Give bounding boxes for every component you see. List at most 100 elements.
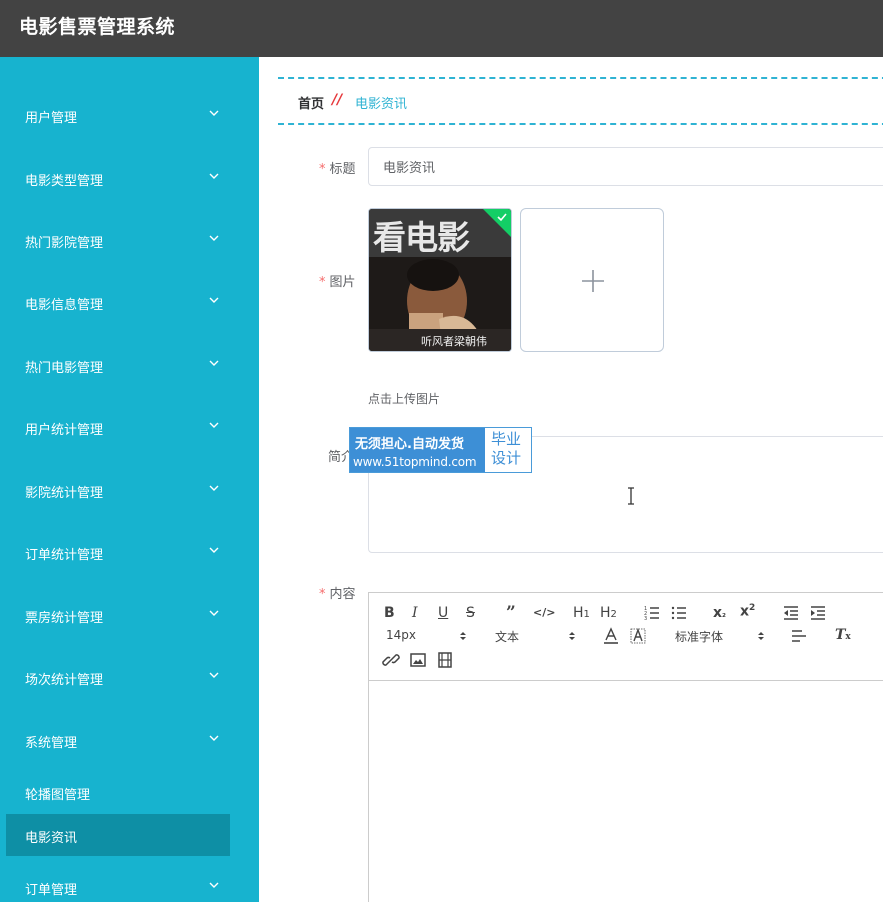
sidebar-item-system[interactable]: 系统管理 [0, 720, 259, 760]
subscript-icon[interactable]: x₂ [713, 605, 726, 621]
sidebar: 用户管理 电影类型管理 热门影院管理 电影信息管理 热门电影管理 用户统计管理 … [0, 57, 259, 902]
sidebar-item-label: 电影类型管理 [25, 174, 104, 189]
link-icon[interactable] [382, 651, 400, 669]
watermark-left-panel: 无须担心.自动发货 www.51topmind.com [350, 428, 485, 472]
sidebar-item-label: 用户管理 [25, 111, 78, 126]
sidebar-item-cinema-stats[interactable]: 影院统计管理 [0, 470, 259, 510]
heading-1-icon[interactable]: H1 [573, 605, 590, 621]
chevron-down-icon [207, 543, 221, 557]
sidebar-item-label: 热门电影管理 [25, 361, 104, 376]
image-label: * 图片 [319, 271, 356, 290]
chevron-down-icon [207, 418, 221, 432]
chevron-down-icon [207, 231, 221, 245]
select-caret-icon [569, 632, 575, 640]
rich-text-editor: B I U S ” </> H1 H2 123 x₂ x2 14px 文本 标准… [368, 592, 883, 902]
select-caret-icon [758, 632, 764, 640]
block-type-value: 文本 [495, 630, 520, 644]
image-label-text: 图片 [329, 275, 356, 290]
poster-caption: 听风者梁朝伟 [421, 335, 487, 348]
sidebar-item-session-stats[interactable]: 场次统计管理 [0, 657, 259, 697]
sidebar-item-label: 电影资讯 [25, 831, 78, 846]
watermark-right-line1: 毕业 [491, 430, 522, 448]
watermark-badge: 无须担心.自动发货 www.51topmind.com 毕业 设计 [349, 427, 532, 473]
sidebar-item-label: 轮播图管理 [25, 788, 91, 803]
background-color-icon[interactable] [629, 627, 647, 645]
chevron-down-icon [207, 731, 221, 745]
select-caret-icon [460, 632, 466, 640]
chevron-down-icon [207, 293, 221, 307]
image-icon[interactable] [409, 651, 427, 669]
image-upload-button[interactable] [520, 208, 664, 352]
sidebar-item-label: 订单管理 [25, 883, 78, 898]
ordered-list-icon[interactable]: 123 [643, 604, 661, 622]
title-label: * 标题 [319, 158, 356, 177]
sidebar-item-users[interactable]: 用户管理 [0, 95, 259, 135]
heading-2-icon[interactable]: H2 [600, 605, 617, 621]
align-icon[interactable] [790, 628, 808, 646]
video-icon[interactable] [436, 651, 454, 669]
required-mark: * [319, 162, 326, 177]
top-header: 电影售票管理系统 [0, 0, 883, 57]
sidebar-item-label: 订单统计管理 [25, 548, 104, 563]
breadcrumb: 首页 // 电影资讯 [278, 77, 883, 125]
italic-icon[interactable]: I [412, 605, 418, 621]
chevron-down-icon [207, 878, 221, 892]
bullet-list-icon[interactable] [670, 604, 688, 622]
chevron-down-icon [207, 106, 221, 120]
svg-text:3: 3 [644, 616, 647, 622]
sidebar-item-user-stats[interactable]: 用户统计管理 [0, 407, 259, 447]
editor-content-area[interactable] [369, 682, 883, 902]
breadcrumb-separator: // [332, 92, 343, 108]
text-color-icon[interactable] [602, 627, 620, 645]
editor-toolbar: B I U S ” </> H1 H2 123 x₂ x2 14px 文本 标准… [369, 593, 883, 681]
sidebar-item-hot-cinemas[interactable]: 热门影院管理 [0, 220, 259, 260]
chevron-down-icon [207, 169, 221, 183]
title-label-text: 标题 [329, 162, 356, 177]
required-mark: * [319, 587, 326, 602]
font-family-value: 标准字体 [675, 630, 724, 644]
clear-format-icon[interactable]: Tx [835, 627, 851, 643]
watermark-right-line2: 设计 [491, 449, 522, 467]
required-mark: * [319, 275, 326, 290]
sidebar-item-label: 电影信息管理 [25, 298, 104, 313]
blockquote-icon[interactable]: ” [506, 603, 516, 623]
sidebar-item-orders[interactable]: 订单管理 [0, 867, 259, 902]
sidebar-item-hot-movies[interactable]: 热门电影管理 [0, 345, 259, 385]
breadcrumb-current: 电影资讯 [355, 97, 408, 112]
font-size-select[interactable]: 14px [386, 628, 470, 646]
block-type-select[interactable]: 文本 [495, 628, 579, 646]
sidebar-item-label: 用户统计管理 [25, 423, 104, 438]
sidebar-subitem-movie-news[interactable]: 电影资讯 [6, 814, 230, 856]
checkmark-icon [497, 213, 507, 222]
sidebar-subitem-carousel[interactable]: 轮播图管理 [6, 771, 230, 813]
upload-tip: 点击上传图片 [368, 392, 441, 406]
sidebar-item-order-stats[interactable]: 订单统计管理 [0, 532, 259, 572]
sidebar-item-movie-info[interactable]: 电影信息管理 [0, 282, 259, 322]
underline-icon[interactable]: U [438, 605, 448, 621]
font-family-select[interactable]: 标准字体 [675, 628, 769, 646]
plus-icon [582, 270, 604, 292]
breadcrumb-home[interactable]: 首页 [298, 93, 324, 112]
chevron-down-icon [207, 668, 221, 682]
bold-icon[interactable]: B [384, 605, 395, 621]
title-input[interactable] [368, 147, 883, 186]
outdent-icon[interactable] [782, 604, 800, 622]
strikethrough-icon[interactable]: S [466, 605, 475, 621]
sidebar-item-movie-types[interactable]: 电影类型管理 [0, 158, 259, 198]
uploaded-image-thumbnail[interactable]: 看电影 听风者梁朝伟 [368, 208, 512, 352]
font-size-value: 14px [386, 628, 416, 642]
content-label: * 内容 [319, 583, 356, 602]
superscript-icon[interactable]: x2 [740, 603, 755, 620]
text-cursor-icon [628, 487, 634, 505]
chevron-down-icon [207, 606, 221, 620]
sidebar-item-label: 系统管理 [25, 736, 78, 751]
chevron-down-icon [207, 481, 221, 495]
indent-icon[interactable] [809, 604, 827, 622]
watermark-line1: 无须担心.自动发货 [355, 437, 464, 452]
sidebar-item-boxoffice-stats[interactable]: 票房统计管理 [0, 595, 259, 635]
code-block-icon[interactable]: </> [533, 606, 555, 619]
app-title: 电影售票管理系统 [19, 16, 176, 38]
content-label-text: 内容 [329, 587, 356, 602]
watermark-right-panel: 毕业 设计 [491, 430, 529, 468]
sidebar-item-label: 热门影院管理 [25, 236, 104, 251]
